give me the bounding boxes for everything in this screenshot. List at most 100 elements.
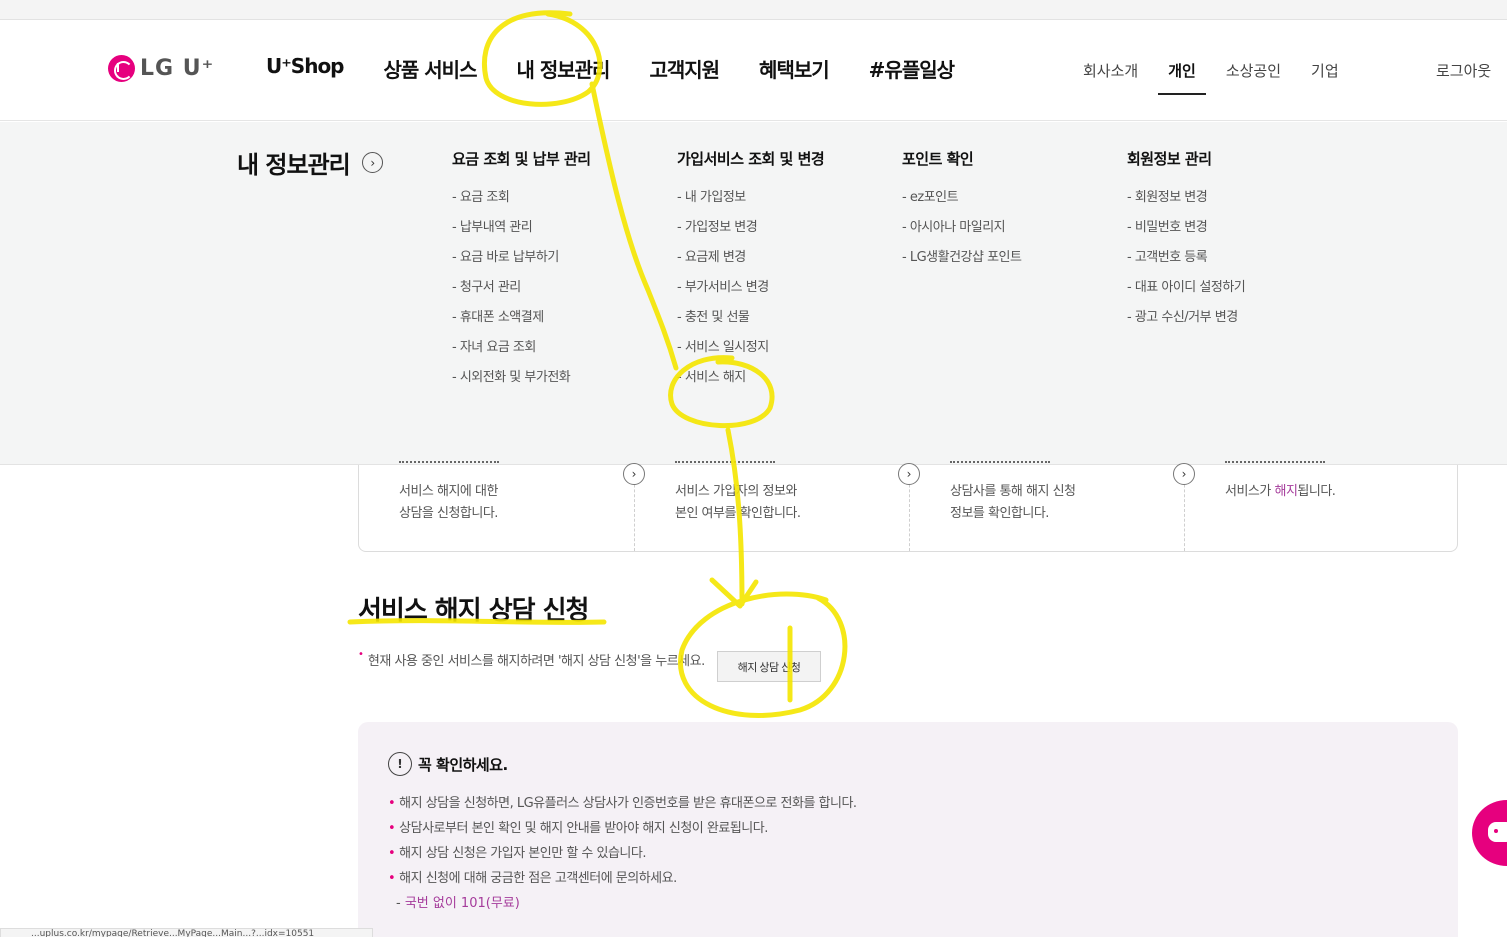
util-enterprise[interactable]: 기업 (1311, 60, 1339, 95)
mega-col-points: 포인트 확인 - ez포인트 - 아시아나 마일리지 - LG생활건강샵 포인트 (902, 148, 1022, 276)
menu-item[interactable]: - 내 가입정보 (677, 186, 824, 216)
menu-item-label: 요금 바로 납부하기 (459, 250, 559, 265)
browser-top-strip (0, 0, 1507, 20)
logo-text: LG U⁺ (140, 56, 215, 81)
step-desc-line: 정보를 확인합니다. (950, 506, 1049, 521)
util-personal[interactable]: 개인 (1158, 60, 1206, 95)
menu-item[interactable]: - 요금제 변경 (677, 246, 824, 276)
mega-col-title[interactable]: 요금 조회 및 납부 관리 (452, 148, 591, 169)
notice-item-text: 상담사로부터 본인 확인 및 해지 안내를 받아야 해지 신청이 완료됩니다. (399, 821, 768, 836)
notice-item: • 해지 신청에 대해 궁금한 점은 고객센터에 문의하세요. (388, 871, 677, 886)
menu-item-label: 고객번호 등록 (1134, 250, 1208, 265)
menu-item-label: 충전 및 선물 (684, 310, 750, 325)
mega-col-subscription: 가입서비스 조회 및 변경 - 내 가입정보 - 가입정보 변경 - 요금제 변… (677, 148, 825, 396)
step-desc-line: 서비스 가입자의 정보와 (675, 484, 797, 499)
mega-col-title[interactable]: 회원정보 관리 (1127, 148, 1245, 169)
menu-item[interactable]: - 충전 및 선물 (677, 306, 824, 336)
menu-item-label: 납부내역 관리 (459, 220, 533, 235)
mega-col-member: 회원정보 관리 - 회원정보 변경 - 비밀번호 변경 - 고객번호 등록 - … (1127, 148, 1246, 336)
notice-item: • 상담사로부터 본인 확인 및 해지 안내를 받아야 해지 신청이 완료됩니다. (388, 821, 768, 836)
notice-box-title: 꼭 확인하세요. (418, 755, 508, 774)
browser-status-bar: ...uplus.co.kr/mypage/Retrieve...MyPage.… (0, 928, 373, 937)
menu-item[interactable]: - 요금 조회 (452, 186, 591, 216)
logout-link[interactable]: 로그아웃 (1436, 60, 1491, 81)
mega-menu-title-text: 내 정보관리 (237, 151, 351, 179)
menu-item[interactable]: - 시외전화 및 부가전화 (452, 366, 591, 396)
menu-item-label: 시외전화 및 부가전화 (459, 370, 571, 385)
annotation-arrowhead (709, 577, 759, 609)
menu-item[interactable]: - 요금 바로 납부하기 (452, 246, 591, 276)
notice-box: ! 꼭 확인하세요. • 해지 상담을 신청하면, LG유플러스 상담사가 인증번… (358, 722, 1458, 937)
menu-item-label: ez포인트 (909, 190, 959, 205)
step-desc-line: 서비스 해지에 대한 (399, 484, 498, 499)
gnb-ushop[interactable]: U⁺Shop (266, 54, 344, 83)
util-small-business[interactable]: 소상공인 (1226, 60, 1281, 95)
step-text: 됩니다. (1297, 484, 1336, 499)
gnb-support[interactable]: 고객지원 (649, 54, 720, 83)
chevron-right-icon: › (623, 463, 645, 485)
gnb-uplus-daily[interactable]: #유플일상 (869, 54, 955, 83)
mega-menu: 내 정보관리 › 요금 조회 및 납부 관리 - 요금 조회 - 납부내역 관리… (0, 122, 1507, 465)
site-header: LG U⁺ U⁺Shop 상품 서비스 내 정보관리 고객지원 혜택보기 #유플… (0, 20, 1507, 121)
menu-item[interactable]: - 아시아나 마일리지 (902, 216, 1021, 246)
utility-nav: 회사소개 개인 소상공인 기업 (1083, 60, 1369, 95)
menu-item-label: 내 가입정보 (684, 190, 746, 205)
mega-menu-title[interactable]: 내 정보관리 › (237, 145, 383, 180)
menu-item[interactable]: - 휴대폰 소액결제 (452, 306, 591, 336)
notice-subitem: - 국번 없이 101(무료) (396, 896, 520, 911)
notice-item-text: 해지 상담 신청은 가입자 본인만 할 수 있습니다. (399, 846, 646, 861)
step-title-cut (675, 461, 775, 465)
chevron-right-icon: › (898, 463, 920, 485)
notice-item-text: 해지 상담을 신청하면, LG유플러스 상담사가 인증번호를 받은 휴대폰으로 … (399, 796, 857, 811)
step-desc-line: 상담을 신청합니다. (399, 506, 498, 521)
menu-item-label: 대표 아이디 설정하기 (1134, 280, 1246, 295)
menu-item[interactable]: - 대표 아이디 설정하기 (1127, 276, 1246, 306)
notice-list: • 해지 상담을 신청하면, LG유플러스 상담사가 인증번호를 받은 휴대폰으로… (388, 792, 857, 911)
step-desc-line: 서비스가 해지됩니다. (1225, 481, 1336, 503)
step-2: 서비스 가입자의 정보와 본인 여부를 확인합니다. › (634, 461, 920, 551)
menu-item[interactable]: - ez포인트 (902, 186, 1021, 216)
menu-item[interactable]: - 부가서비스 변경 (677, 276, 824, 306)
lg-uplus-logo[interactable]: LG U⁺ (108, 55, 214, 82)
step-desc: 상담사를 통해 해지 신청 정보를 확인합니다. (950, 481, 1076, 525)
menu-item-service-cancel[interactable]: - 서비스 해지 (677, 366, 824, 396)
menu-item[interactable]: - 비밀번호 변경 (1127, 216, 1245, 246)
page-section-title: 서비스 해지 상담 신청 (358, 596, 589, 626)
mega-col-title[interactable]: 가입서비스 조회 및 변경 (677, 148, 825, 169)
menu-item[interactable]: - 고객번호 등록 (1127, 246, 1245, 276)
gnb-my-info[interactable]: 내 정보관리 (516, 54, 610, 83)
menu-item[interactable]: - 서비스 일시정지 (677, 336, 824, 366)
step-desc-line: 본인 여부를 확인합니다. (675, 506, 801, 521)
menu-item-label: LG생활건강샵 포인트 (909, 250, 1022, 265)
menu-item[interactable]: - 납부내역 관리 (452, 216, 591, 246)
menu-item[interactable]: - LG생활건강샵 포인트 (902, 246, 1022, 276)
notice-item-text: 해지 신청에 대해 궁금한 점은 고객센터에 문의하세요. (399, 871, 677, 886)
chatbot-button[interactable] (1472, 800, 1507, 866)
menu-item-label: 회원정보 변경 (1134, 190, 1208, 205)
menu-item[interactable]: - 회원정보 변경 (1127, 186, 1245, 216)
cancel-consult-button[interactable]: 해지 상담 신청 (717, 651, 821, 682)
chatbot-icon (1488, 822, 1507, 842)
step-title-cut (399, 461, 499, 465)
chevron-right-icon: › (361, 152, 383, 173)
notice-box-header: ! 꼭 확인하세요. (388, 752, 508, 776)
gnb-benefits[interactable]: 혜택보기 (759, 54, 830, 83)
mega-col-billing: 요금 조회 및 납부 관리 - 요금 조회 - 납부내역 관리 - 요금 바로 … (452, 148, 591, 396)
menu-item[interactable]: - 광고 수신/거부 변경 (1127, 306, 1245, 336)
gnb-products[interactable]: 상품 서비스 (384, 54, 478, 83)
step-highlight: 해지 (1274, 484, 1298, 499)
menu-item-label: 아시아나 마일리지 (909, 220, 1006, 235)
menu-item-label: 서비스 해지 (684, 370, 746, 385)
menu-item-label: 청구서 관리 (459, 280, 521, 295)
util-company[interactable]: 회사소개 (1083, 60, 1138, 95)
mega-col-title[interactable]: 포인트 확인 (902, 148, 1021, 169)
menu-item[interactable]: - 자녀 요금 조회 (452, 336, 591, 366)
notice-item: • 해지 상담 신청은 가입자 본인만 할 수 있습니다. (388, 846, 646, 861)
menu-item[interactable]: - 청구서 관리 (452, 276, 591, 306)
menu-item[interactable]: - 가입정보 변경 (677, 216, 824, 246)
global-nav: U⁺Shop 상품 서비스 내 정보관리 고객지원 혜택보기 #유플일상 (266, 54, 994, 83)
step-desc: 서비스 해지에 대한 상담을 신청합니다. (399, 481, 498, 525)
lightbulb-icon: ! (388, 752, 412, 776)
menu-item-label: 비밀번호 변경 (1134, 220, 1208, 235)
notice-line: • 현재 사용 중인 서비스를 해지하려면 '해지 상담 신청'을 누르세요. (358, 649, 705, 669)
